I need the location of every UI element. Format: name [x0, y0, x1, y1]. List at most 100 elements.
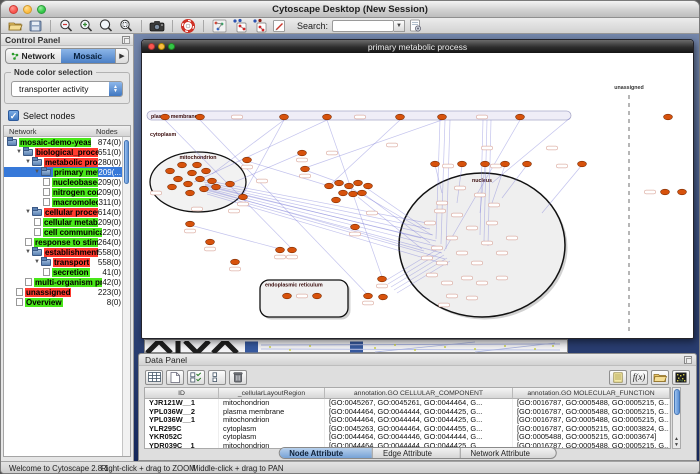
network-node[interactable]: [354, 180, 363, 186]
attribute-matrix-button[interactable]: [672, 370, 690, 385]
network-node[interactable]: [396, 114, 405, 120]
tree-scrollbar[interactable]: [122, 137, 130, 456]
destroy-view-button[interactable]: [250, 18, 268, 33]
float-data-panel-icon[interactable]: [684, 356, 692, 364]
attribute-select-button[interactable]: [145, 370, 163, 385]
network-node[interactable]: [323, 114, 332, 120]
expand-triangle-icon[interactable]: ▼: [34, 169, 41, 175]
tab-network-attribute-browser[interactable]: Network Attribute Browser: [461, 448, 556, 458]
network-node[interactable]: [678, 189, 687, 195]
network-node[interactable]: [458, 161, 467, 167]
float-panel-icon[interactable]: [122, 36, 130, 44]
network-node[interactable]: [186, 190, 195, 196]
match-attributes-button[interactable]: [208, 370, 226, 385]
zoom-in-button[interactable]: [77, 18, 95, 33]
tree-scroll-thumb[interactable]: [124, 140, 129, 184]
table-row[interactable]: YLR295Ccytoplasm[GO:0045263, GO:0044464,…: [145, 425, 670, 434]
tab-overflow-arrow[interactable]: ▶: [115, 49, 128, 63]
tree-row[interactable]: ▼biological_process651(0): [4, 147, 130, 157]
expand-triangle-icon[interactable]: ▼: [25, 159, 32, 165]
expand-triangle-icon[interactable]: ▼: [25, 209, 32, 215]
notes-button[interactable]: [609, 370, 627, 385]
table-column-header[interactable]: _cellularLayoutRegion: [219, 388, 325, 399]
node-color-dropdown[interactable]: transporter activity ▲▼: [11, 81, 123, 97]
table-row[interactable]: YKR052Ccytoplasm[GO:0044464, GO:0044446,…: [145, 433, 670, 442]
configure-search-button[interactable]: [406, 18, 424, 33]
delete-attribute-button[interactable]: [229, 370, 247, 385]
network-node[interactable]: [351, 224, 360, 230]
table-scroll-thumb[interactable]: [674, 389, 680, 415]
table-row[interactable]: YPL036W__2plasma membrane[GO:0044464, GO…: [145, 408, 670, 417]
tree-row[interactable]: ▼establishment of lo558(0): [4, 247, 130, 257]
tree-row[interactable]: multi-organism pro42(0): [4, 277, 130, 287]
new-attribute-button[interactable]: [166, 370, 184, 385]
network-node[interactable]: [378, 276, 387, 282]
import-attributes-button[interactable]: [651, 370, 669, 385]
tree-row[interactable]: response to stimul264(0): [4, 237, 130, 247]
network-node[interactable]: [196, 114, 205, 120]
tree-row[interactable]: cell communicat22(0): [4, 227, 130, 237]
network-node[interactable]: [345, 183, 354, 189]
network-node[interactable]: [335, 180, 344, 186]
network-node[interactable]: [166, 168, 175, 174]
network-node[interactable]: [298, 150, 307, 156]
network-node[interactable]: [288, 247, 297, 253]
network-node[interactable]: [339, 190, 348, 196]
tree-row[interactable]: ▼metabolic process280(0): [4, 157, 130, 167]
table-row[interactable]: YPL036W__1mitochondrion[GO:0044464, GO:0…: [145, 416, 670, 425]
tab-network[interactable]: Network: [6, 49, 61, 63]
search-dropdown-arrow[interactable]: ▼: [394, 20, 405, 32]
network-node[interactable]: [516, 114, 525, 120]
zoom-out-button[interactable]: [57, 18, 75, 33]
network-node[interactable]: [178, 162, 187, 168]
network-node[interactable]: [226, 181, 235, 187]
table-column-header[interactable]: ID: [145, 388, 219, 399]
network-node[interactable]: [501, 161, 510, 167]
network-node[interactable]: [202, 168, 211, 174]
network-node[interactable]: [283, 293, 292, 299]
network-node[interactable]: [200, 186, 209, 192]
network-node[interactable]: [481, 161, 490, 167]
expand-triangle-icon[interactable]: ▼: [34, 259, 41, 265]
network-node[interactable]: [523, 161, 532, 167]
table-column-header[interactable]: annotation.GO CELLULAR_COMPONENT: [325, 388, 513, 399]
tree-row[interactable]: cellular metabol209(0): [4, 217, 130, 227]
tab-node-attribute-browser[interactable]: Node Attribute Browser: [279, 448, 373, 458]
network-node[interactable]: [358, 190, 367, 196]
network-overview-button[interactable]: [210, 18, 228, 33]
network-node[interactable]: [276, 247, 285, 253]
network-window-titlebar[interactable]: primary metabolic process: [142, 40, 693, 53]
search-input[interactable]: [332, 20, 394, 32]
tree-row[interactable]: nucleobase-209(0): [4, 177, 130, 187]
network-node[interactable]: [161, 114, 170, 120]
annotation-button[interactable]: [270, 18, 288, 33]
tab-edge-attribute-browser[interactable]: Edge Attribute Browser: [373, 448, 461, 458]
tree-row[interactable]: ▼transport558(0): [4, 257, 130, 267]
table-scroll-arrows[interactable]: ▲▼: [673, 436, 680, 448]
network-node[interactable]: [280, 114, 289, 120]
network-node[interactable]: [431, 161, 440, 167]
network-node[interactable]: [313, 293, 322, 299]
tree-row[interactable]: ▼primary metabo209(...: [4, 167, 130, 177]
network-node[interactable]: [364, 293, 373, 299]
help-button[interactable]: [179, 18, 197, 33]
network-node[interactable]: [193, 162, 202, 168]
network-node[interactable]: [208, 178, 217, 184]
select-attributes-button[interactable]: [187, 370, 205, 385]
tab-mosaic[interactable]: Mosaic: [61, 49, 116, 63]
attribute-table[interactable]: ID_cellularLayoutRegionannotation.GO CEL…: [144, 387, 671, 449]
save-button[interactable]: [26, 18, 44, 33]
network-node[interactable]: [174, 176, 183, 182]
tree-row[interactable]: macromolecule311(0): [4, 197, 130, 207]
network-node[interactable]: [325, 183, 334, 189]
tree-row[interactable]: ▼cellular process614(0): [4, 207, 130, 217]
network-node[interactable]: [332, 197, 341, 203]
expand-triangle-icon[interactable]: ▼: [16, 149, 23, 155]
network-node[interactable]: [578, 161, 587, 167]
network-node[interactable]: [438, 114, 447, 120]
network-node[interactable]: [206, 239, 215, 245]
snapshot-button[interactable]: [148, 18, 166, 33]
network-node[interactable]: [168, 184, 177, 190]
table-row[interactable]: YJR121W__1mitochondrion[GO:0045267, GO:0…: [145, 399, 670, 408]
create-view-button[interactable]: [230, 18, 248, 33]
